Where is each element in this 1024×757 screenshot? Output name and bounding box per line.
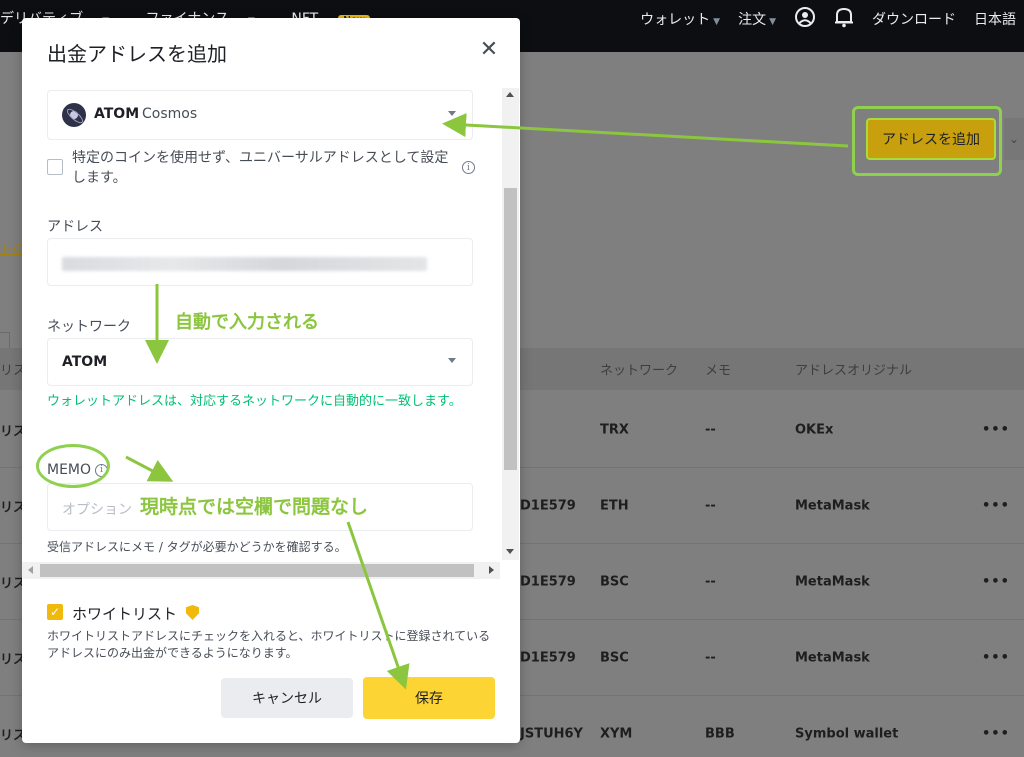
row-address: D1E579 [520,498,576,513]
coin-select[interactable]: ATOM Cosmos [47,90,473,140]
dialog-title: 出金アドレスを追加 [47,42,227,66]
row-address: D1E579 [520,574,576,589]
close-icon[interactable]: ✕ [477,38,501,62]
header-network: ネットワーク [600,363,679,379]
nav-download[interactable]: ダウンロード [872,9,956,29]
whitelist-description: ホワイトリストアドレスにチェックを入れると、ホワイトリストに登録されているアドレ… [47,629,491,660]
scroll-thumb[interactable] [504,188,517,470]
caret-down-icon [448,111,456,116]
whitelist-checkbox[interactable]: ✓ [47,604,63,620]
universal-address-checkbox[interactable] [47,159,63,175]
add-address-button[interactable]: アドレスを追加 [866,118,996,160]
coin-symbol: ATOM [94,106,140,122]
row-address: JSTUH6Y [520,726,583,741]
chevron-down-icon: ▼ [769,17,776,27]
row-network: BSC [600,650,629,665]
bell-icon[interactable] [834,6,854,32]
nav-orders[interactable]: 注文 ▼ [738,9,776,29]
nav-wallet[interactable]: ウォレット ▼ [640,9,720,29]
row-network: TRX [600,422,629,437]
info-icon[interactable]: i [462,161,475,174]
scroll-up-icon[interactable] [506,92,514,97]
annotation-auto-fill: 自動で入力される [175,312,319,333]
whitelist-label: ホワイトリスト [72,605,178,623]
scroll-down-icon[interactable] [506,549,514,554]
more-options-icon[interactable]: ••• [982,498,1010,513]
row-memo: -- [705,498,716,513]
memo-hint: 受信アドレスにメモ / タグが必要かどうかを確認する。 [47,540,347,554]
row-origin: MetaMask [795,498,870,513]
more-options-icon[interactable]: ••• [982,650,1010,665]
universal-address-label: 特定のコインを使用せず、ユニバーサルアドレスとして設定します。 [72,150,449,186]
more-options-icon[interactable]: ••• [982,726,1010,741]
nav-right: ウォレット ▼ 注文 ▼ ダウンロード 日本語 [640,6,1016,32]
row-origin: Symbol wallet [795,726,899,741]
blurred-address-value [62,257,427,271]
row-memo: -- [705,574,716,589]
address-label: アドレス [47,219,103,235]
checkmark-icon: ✓ [49,605,61,619]
row-address: D1E579 [520,650,576,665]
coin-name: Cosmos [142,106,198,122]
row-memo: BBB [705,726,735,741]
header-memo: メモ [705,363,732,379]
network-select[interactable]: ATOM [47,338,473,386]
row-network: XYM [600,726,633,741]
row-memo: -- [705,422,716,437]
nav-wallet-label: ウォレット [640,12,711,28]
chevron-down-icon: ▼ [713,17,721,27]
caret-down-icon [448,358,456,363]
scroll-left-icon[interactable] [28,566,33,574]
annotation-memo-note: 現時点では空欄で問題なし [140,496,369,518]
network-label: ネットワーク [47,319,131,335]
row-origin: MetaMask [795,650,870,665]
header-origin: アドレスオリジナル [795,363,913,379]
horizontal-scrollbar[interactable] [22,562,500,579]
row-network: ETH [600,498,629,513]
chevron-down-icon: ⌄ [1008,132,1020,146]
network-value: ATOM [62,354,108,370]
atom-coin-icon [62,103,86,127]
save-button[interactable]: 保存 [363,677,495,719]
more-options-icon[interactable]: ••• [982,574,1010,589]
memo-placeholder: オプション [62,502,132,518]
more-options-icon[interactable]: ••• [982,422,1010,437]
add-address-dropdown[interactable]: ⌄ [1004,118,1024,160]
row-memo: -- [705,650,716,665]
row-origin: MetaMask [795,574,870,589]
row-origin: OKEx [795,422,834,437]
cancel-button[interactable]: キャンセル [221,678,353,718]
add-withdrawal-address-dialog: 出金アドレスを追加 ✕ ATOM Cosmos 特定のコインを使用せず、ユニバー… [22,18,520,743]
address-input[interactable] [47,238,473,286]
scroll-right-icon[interactable] [489,566,494,574]
annotation-memo-circle [36,444,110,488]
user-icon[interactable] [794,6,816,32]
scroll-thumb[interactable] [40,564,474,577]
nav-orders-label: 注文 [738,12,767,28]
row-network: BSC [600,574,629,589]
shield-icon [186,605,199,620]
nav-language[interactable]: 日本語 [974,9,1016,29]
network-hint: ウォレットアドレスは、対応するネットワークに自動的に一致します。 [47,394,462,409]
vertical-scrollbar[interactable] [502,88,519,560]
